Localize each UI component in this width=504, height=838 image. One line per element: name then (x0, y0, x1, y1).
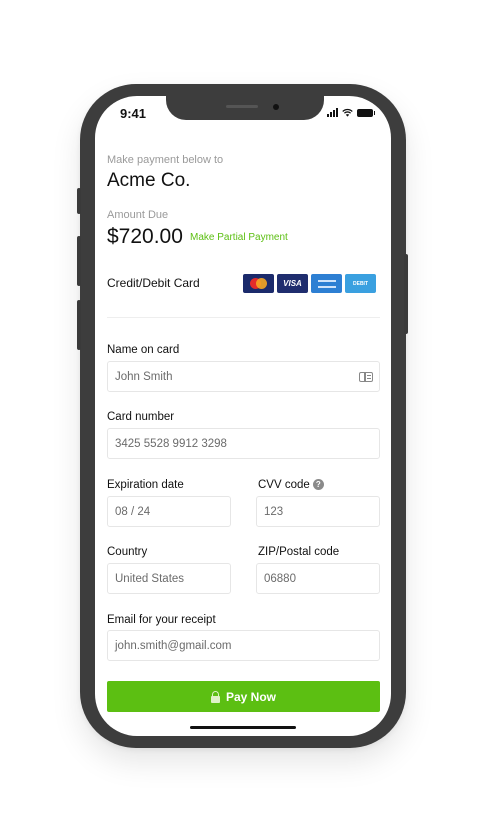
expiration-value: 08 / 24 (115, 505, 151, 518)
volume-up-button (77, 236, 81, 286)
mute-switch (77, 188, 81, 214)
name-label: Name on card (107, 344, 180, 356)
accepted-cards: VISA DEBIT (243, 274, 376, 293)
cvv-value: 123 (264, 505, 284, 518)
card-number-input[interactable]: 3425 5528 9912 3298 (107, 428, 380, 459)
zip-input[interactable]: 06880 (256, 563, 380, 594)
email-value: john.smith@gmail.com (115, 639, 232, 652)
contact-card-icon[interactable] (359, 371, 373, 382)
email-label: Email for your receipt (107, 614, 216, 626)
amount-due-label: Amount Due (107, 209, 169, 221)
email-input[interactable]: john.smith@gmail.com (107, 630, 380, 661)
battery-icon (357, 108, 375, 117)
home-indicator[interactable] (190, 726, 296, 729)
volume-down-button (77, 300, 81, 350)
speaker-grille (226, 105, 258, 108)
signal-icon (327, 108, 338, 117)
country-input[interactable]: United States (107, 563, 231, 594)
status-icons (327, 108, 375, 117)
pay-now-label: Pay Now (225, 689, 276, 704)
merchant-name: Acme Co. (107, 170, 191, 191)
name-on-card-input[interactable]: John Smith (107, 361, 380, 392)
section-divider (107, 317, 380, 318)
card-number-value: 3425 5528 9912 3298 (115, 437, 227, 450)
lock-icon (210, 690, 220, 703)
cvv-input[interactable]: 123 (256, 496, 380, 527)
debit-icon: DEBIT (345, 274, 376, 293)
help-icon[interactable]: ? (312, 479, 324, 490)
partial-payment-link[interactable]: Make Partial Payment (190, 232, 288, 243)
amex-icon (311, 274, 342, 293)
power-button (404, 254, 408, 334)
wifi-icon (342, 108, 353, 117)
country-label: Country (107, 546, 148, 558)
visa-icon: VISA (277, 274, 308, 293)
front-camera (273, 104, 279, 110)
zip-label: ZIP/Postal code (258, 546, 340, 558)
pay-now-button[interactable]: Pay Now (107, 681, 380, 712)
amount-due: $720.00 (107, 225, 183, 248)
mastercard-icon (243, 274, 274, 293)
expiration-label: Expiration date (107, 479, 184, 491)
name-value: John Smith (115, 370, 173, 383)
zip-value: 06880 (264, 572, 296, 585)
cvv-label: CVV code (258, 479, 310, 491)
status-time: 9:41 (120, 106, 147, 121)
payment-intro: Make payment below to (107, 154, 224, 166)
notch (166, 94, 324, 120)
payment-method-label: Credit/Debit Card (107, 276, 200, 290)
card-number-label: Card number (107, 411, 175, 423)
cvv-label-group: CVV code? (258, 479, 324, 491)
expiration-input[interactable]: 08 / 24 (107, 496, 231, 527)
country-value: United States (115, 572, 185, 585)
